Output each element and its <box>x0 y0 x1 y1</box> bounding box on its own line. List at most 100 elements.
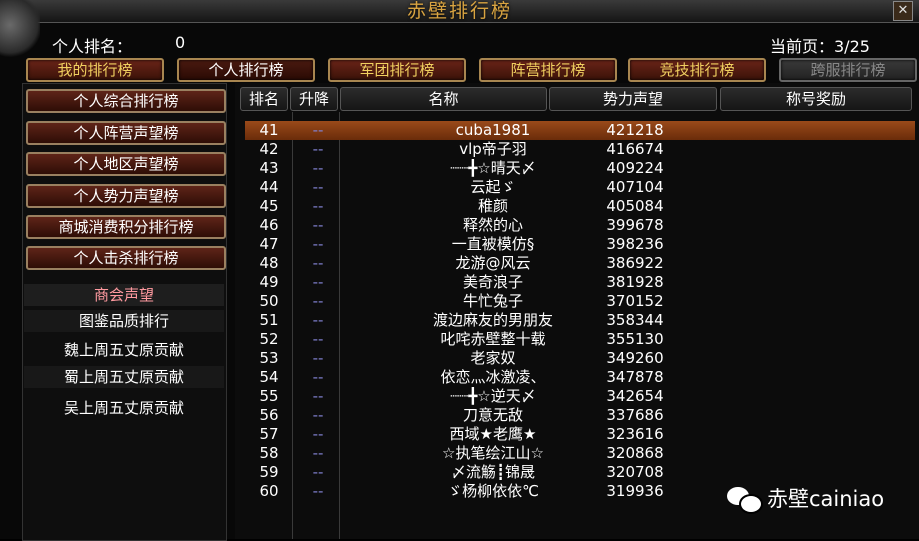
table-body: 41 -- cuba1981 421218 42 -- vlp帝子羽 416674 43 -- ┈┈… <box>245 121 915 501</box>
tab-personal-ranking[interactable]: 个人排行榜 <box>177 58 315 82</box>
table-row[interactable]: 55 -- ┈┈╋☆逆天〆 342654 <box>245 387 915 406</box>
rank-cell: 55 <box>259 387 279 405</box>
rank-cell: 42 <box>259 140 279 158</box>
tab-legion-ranking[interactable]: 军团排行榜 <box>328 58 466 82</box>
sidebar-subitem-guild-reputation[interactable]: 商会声望 <box>24 284 224 306</box>
sidebar-item-personal-region-reputation[interactable]: 个人地区声望榜 <box>26 152 226 176</box>
change-cell: -- <box>312 311 324 329</box>
power-cell: 386922 <box>606 254 664 272</box>
power-cell: 416674 <box>606 140 664 158</box>
rank-cell: 49 <box>259 273 279 291</box>
rank-cell: 41 <box>259 121 279 139</box>
table-row[interactable]: 53 -- 老家奴 349260 <box>245 349 915 368</box>
table-row[interactable]: 44 -- 云起ゞ 407104 <box>245 178 915 197</box>
change-cell: -- <box>312 330 324 348</box>
power-cell: 399678 <box>606 216 664 234</box>
table-row[interactable]: 47 -- 一直被模仿§ 398236 <box>245 235 915 254</box>
tab-arena-ranking[interactable]: 竞技排行榜 <box>628 58 766 82</box>
power-cell: 337686 <box>606 406 664 424</box>
power-cell: 358344 <box>606 311 664 329</box>
power-cell: 421218 <box>606 121 664 139</box>
rank-cell: 50 <box>259 292 279 310</box>
rank-cell: 45 <box>259 197 279 215</box>
close-button[interactable]: ✕ <box>893 1 913 21</box>
rank-cell: 47 <box>259 235 279 253</box>
sidebar-item-personal-overall[interactable]: 个人综合排行榜 <box>26 89 226 113</box>
column-header-name[interactable]: 名称 <box>340 87 547 111</box>
table-row[interactable]: 45 -- 稚颜 405084 <box>245 197 915 216</box>
change-cell: -- <box>312 121 324 139</box>
table-row[interactable]: 54 -- 依恋灬冰激凌、 347878 <box>245 368 915 387</box>
rank-cell: 56 <box>259 406 279 424</box>
table-row[interactable]: 52 -- 叱咤赤壁整十载 355130 <box>245 330 915 349</box>
table-row[interactable]: 51 -- 渡边麻友的男朋友 358344 <box>245 311 915 330</box>
tab-camp-ranking[interactable]: 阵营排行榜 <box>479 58 617 82</box>
table-row[interactable]: 57 -- 西域★老鹰★ 323616 <box>245 425 915 444</box>
watermark-text: 赤壁cainiao <box>767 487 885 511</box>
power-cell: 407104 <box>606 178 664 196</box>
change-cell: -- <box>312 482 324 500</box>
change-cell: -- <box>312 216 324 234</box>
power-cell: 349260 <box>606 349 664 367</box>
table-row[interactable]: 41 -- cuba1981 421218 <box>245 121 915 140</box>
change-cell: -- <box>312 368 324 386</box>
power-cell: 320868 <box>606 444 664 462</box>
table-row[interactable]: 56 -- 刀意无敌 337686 <box>245 406 915 425</box>
change-cell: -- <box>312 444 324 462</box>
power-cell: 405084 <box>606 197 664 215</box>
change-cell: -- <box>312 235 324 253</box>
change-cell: -- <box>312 197 324 215</box>
rank-cell: 43 <box>259 159 279 177</box>
tab-my-ranking[interactable]: 我的排行榜 <box>26 58 164 82</box>
title-bar: 赤壁排行榜 ✕ <box>0 0 919 60</box>
table-row[interactable]: 58 -- ☆执笔绘江山☆ 320868 <box>245 444 915 463</box>
table-row[interactable]: 43 -- ┈┈╋☆晴天〆 409224 <box>245 159 915 178</box>
sidebar-subitem-shu-contribution[interactable]: 蜀上周五丈原贡献 <box>24 366 224 388</box>
change-cell: -- <box>312 254 324 272</box>
column-header-title-reward[interactable]: 称号奖励 <box>720 87 912 111</box>
power-cell: 398236 <box>606 235 664 253</box>
window-title: 赤壁排行榜 <box>406 0 512 22</box>
power-cell: 323616 <box>606 425 664 443</box>
power-cell: 381928 <box>606 273 664 291</box>
rank-cell: 57 <box>259 425 279 443</box>
change-cell: -- <box>312 273 324 291</box>
table-row[interactable]: 42 -- vlp帝子羽 416674 <box>245 140 915 159</box>
change-cell: -- <box>312 292 324 310</box>
table-row[interactable]: 59 -- 〆流觞┋锦晟 320708 <box>245 463 915 482</box>
change-cell: -- <box>312 406 324 424</box>
power-cell: 347878 <box>606 368 664 386</box>
change-cell: -- <box>312 387 324 405</box>
table-row[interactable]: 49 -- 美奇浪子 381928 <box>245 273 915 292</box>
sidebar-item-personal-camp-reputation[interactable]: 个人阵营声望榜 <box>26 121 226 145</box>
column-header-change[interactable]: 升降 <box>290 87 338 111</box>
power-cell: 319936 <box>606 482 664 500</box>
rank-cell: 46 <box>259 216 279 234</box>
table-row[interactable]: 46 -- 释然的心 399678 <box>245 216 915 235</box>
power-cell: 409224 <box>606 159 664 177</box>
rank-cell: 51 <box>259 311 279 329</box>
change-cell: -- <box>312 140 324 158</box>
rank-cell: 58 <box>259 444 279 462</box>
rank-cell: 44 <box>259 178 279 196</box>
watermark: 赤壁cainiao <box>727 482 884 514</box>
change-cell: -- <box>312 463 324 481</box>
sidebar-item-personal-kills[interactable]: 个人击杀排行榜 <box>26 246 226 270</box>
sidebar-item-personal-power-reputation[interactable]: 个人势力声望榜 <box>26 184 226 208</box>
power-cell: 355130 <box>606 330 664 348</box>
tab-cross-server-ranking[interactable]: 跨服排行榜 <box>779 58 917 82</box>
column-header-rank[interactable]: 排名 <box>240 87 288 111</box>
table-row[interactable]: 50 -- 牛忙兔子 370152 <box>245 292 915 311</box>
sidebar-subitem-wu-contribution[interactable]: 吴上周五丈原贡献 <box>24 397 224 419</box>
personal-rank-label: 个人排名： <box>52 37 133 56</box>
ranking-window: 赤壁排行榜 ✕ 个人排名： 0 当前页：3/25 我的排行榜 个人排行榜 军团排… <box>0 0 919 541</box>
rank-cell: 59 <box>259 463 279 481</box>
rank-cell: 60 <box>259 482 279 500</box>
sidebar-subitem-codex-quality[interactable]: 图鉴品质排行 <box>24 310 224 332</box>
sidebar-item-mall-spending[interactable]: 商城消费积分排行榜 <box>26 215 226 239</box>
sidebar-subitem-wei-contribution[interactable]: 魏上周五丈原贡献 <box>24 339 224 361</box>
power-cell: 320708 <box>606 463 664 481</box>
table-row[interactable]: 48 -- 龙游@风云 386922 <box>245 254 915 273</box>
power-cell: 370152 <box>606 292 664 310</box>
column-header-power[interactable]: 势力声望 <box>549 87 717 111</box>
